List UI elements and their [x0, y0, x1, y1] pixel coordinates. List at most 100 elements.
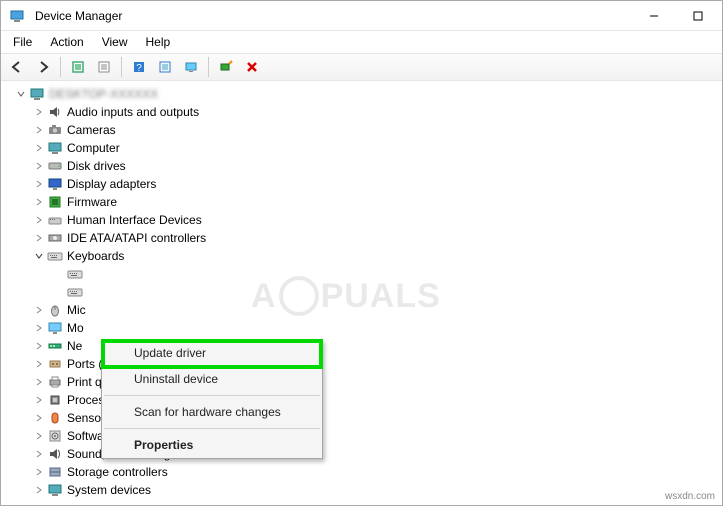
collapse-icon[interactable] [15, 88, 27, 100]
tree-item[interactable]: Cameras [29, 121, 722, 139]
help-button[interactable]: ? [127, 56, 151, 78]
cpu-icon [47, 392, 63, 408]
toolbar-separator [121, 57, 122, 77]
maximize-button[interactable] [676, 2, 720, 30]
back-button[interactable] [5, 56, 29, 78]
expand-icon[interactable] [33, 178, 45, 190]
expand-icon[interactable] [33, 466, 45, 478]
toolbar-separator [60, 57, 61, 77]
menu-view[interactable]: View [94, 33, 136, 51]
toolbar-separator [208, 57, 209, 77]
device-tree[interactable]: APUALS DESKTOP-XXXXXX Audio inputs and o… [1, 81, 722, 505]
tree-child-item[interactable] [49, 265, 722, 283]
expand-icon [53, 286, 65, 298]
tree-item[interactable]: Keyboards [29, 247, 722, 265]
expand-icon[interactable] [33, 214, 45, 226]
tree-item-label: Cameras [67, 123, 116, 137]
toolbar: ? [1, 53, 722, 81]
delete-button[interactable] [240, 56, 264, 78]
tree-child-item[interactable] [49, 283, 722, 301]
tree-item-label: Ne [67, 339, 82, 353]
tree-item-label: Mo [67, 321, 84, 335]
expand-icon[interactable] [33, 160, 45, 172]
expand-icon[interactable] [33, 196, 45, 208]
ctx-separator [104, 395, 320, 396]
tree-item[interactable]: Disk drives [29, 157, 722, 175]
tree-item[interactable]: Human Interface Devices [29, 211, 722, 229]
expand-icon[interactable] [33, 376, 45, 388]
tree-item-label: Computer [67, 141, 120, 155]
tree-item[interactable]: Display adapters [29, 175, 722, 193]
firmware-icon [47, 194, 63, 210]
expand-icon[interactable] [33, 304, 45, 316]
camera-icon [47, 122, 63, 138]
source-watermark: wsxdn.com [665, 491, 715, 502]
disk-icon [47, 158, 63, 174]
menu-file[interactable]: File [5, 33, 40, 51]
tree-item[interactable]: Storage controllers [29, 463, 722, 481]
tree-item-label: Keyboards [67, 249, 124, 263]
expand-icon[interactable] [33, 322, 45, 334]
tree-item-label: Mic [67, 303, 86, 317]
forward-button[interactable] [31, 56, 55, 78]
refresh-button[interactable] [153, 56, 177, 78]
tree-item[interactable]: Firmware [29, 193, 722, 211]
expand-icon[interactable] [33, 358, 45, 370]
tree-item[interactable]: IDE ATA/ATAPI controllers [29, 229, 722, 247]
tree-item-label: System devices [67, 483, 151, 497]
port-icon [47, 356, 63, 372]
expand-icon[interactable] [33, 340, 45, 352]
expand-icon[interactable] [33, 484, 45, 496]
computer-icon [29, 86, 45, 102]
scan-button[interactable] [214, 56, 238, 78]
window-title: Device Manager [35, 9, 122, 23]
tree-item[interactable]: Mic [29, 301, 722, 319]
tree-item[interactable]: Mo [29, 319, 722, 337]
tree-item[interactable]: Computer [29, 139, 722, 157]
software-icon [47, 428, 63, 444]
tree-item[interactable]: System devices [29, 481, 722, 499]
show-hidden-button[interactable] [66, 56, 90, 78]
tree-item-label: Audio inputs and outputs [67, 105, 199, 119]
ctx-update-driver[interactable]: Update driver [102, 340, 322, 366]
sound-icon [47, 446, 63, 462]
expand-icon[interactable] [33, 250, 45, 262]
keyboard-icon [67, 284, 83, 300]
properties-button[interactable] [92, 56, 116, 78]
minimize-button[interactable] [632, 2, 676, 30]
menu-action[interactable]: Action [42, 33, 91, 51]
svg-text:?: ? [136, 63, 142, 74]
expand-icon[interactable] [33, 412, 45, 424]
computer-icon [47, 140, 63, 156]
tree-item-label: IDE ATA/ATAPI controllers [67, 231, 206, 245]
expand-icon[interactable] [33, 142, 45, 154]
network-icon [47, 338, 63, 354]
tree-item-label: Storage controllers [67, 465, 168, 479]
expand-icon[interactable] [33, 394, 45, 406]
audio-icon [47, 104, 63, 120]
expand-icon[interactable] [33, 124, 45, 136]
expand-icon[interactable] [33, 448, 45, 460]
menu-help[interactable]: Help [138, 33, 179, 51]
expand-icon[interactable] [33, 430, 45, 442]
tree-root[interactable]: DESKTOP-XXXXXX [11, 85, 722, 103]
expand-icon[interactable] [33, 232, 45, 244]
tree-item-label: Human Interface Devices [67, 213, 202, 227]
tree-item-label: Firmware [67, 195, 117, 209]
title-bar: Device Manager [1, 1, 722, 31]
sensor-icon [47, 410, 63, 426]
ctx-uninstall-device[interactable]: Uninstall device [102, 366, 322, 392]
storage-icon [47, 464, 63, 480]
tree-item-label: Disk drives [67, 159, 126, 173]
context-menu: Update driver Uninstall device Scan for … [101, 339, 323, 459]
app-icon [9, 8, 25, 24]
view-button[interactable] [179, 56, 203, 78]
display-icon [47, 176, 63, 192]
monitor-icon [47, 320, 63, 336]
tree-item-label: Display adapters [67, 177, 156, 191]
expand-icon[interactable] [33, 106, 45, 118]
hid-icon [47, 212, 63, 228]
ctx-properties[interactable]: Properties [102, 432, 322, 458]
tree-item[interactable]: Audio inputs and outputs [29, 103, 722, 121]
ctx-scan-hardware[interactable]: Scan for hardware changes [102, 399, 322, 425]
